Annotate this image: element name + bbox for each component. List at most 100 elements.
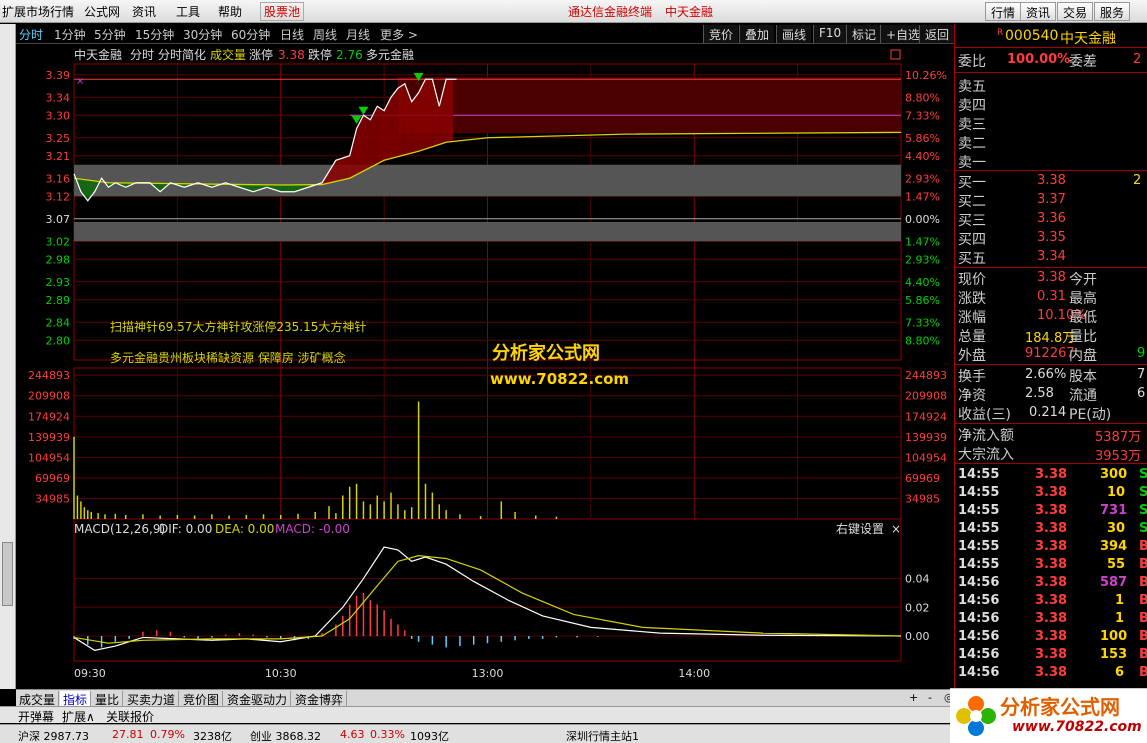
tab-30min[interactable]: 30分钟 bbox=[183, 26, 222, 43]
price-tick-label: 2.98 bbox=[46, 253, 71, 266]
pct-tick-label: 7.33% bbox=[905, 316, 940, 329]
ask-level-1[interactable]: 卖一 bbox=[955, 152, 1147, 171]
overlay-button[interactable]: 叠加 bbox=[739, 25, 775, 43]
zoom-in-icon[interactable]: + bbox=[909, 691, 918, 704]
stat2-label-2: 股本 bbox=[1069, 369, 1097, 385]
menu-item-stock-pool[interactable]: 股票池 bbox=[260, 2, 305, 21]
ask-level-2[interactable]: 卖二 bbox=[955, 133, 1147, 152]
stat2-value: 0.214 bbox=[1029, 405, 1067, 420]
annotation-line-2: 多元金融贵州板块稀缺资源 保障房 涉矿概念 bbox=[110, 350, 346, 365]
stat-value: 3.38 bbox=[1037, 270, 1066, 285]
limit-down-value: 2.76 bbox=[336, 48, 363, 62]
tick-row: 14:55 3.38 55 B bbox=[955, 556, 1147, 574]
footer-bar: 开弹幕 扩展∧ 关联报价 bbox=[0, 706, 950, 725]
stat-value-2: 9 bbox=[1137, 346, 1146, 361]
quote-button[interactable]: 行情 bbox=[985, 2, 1022, 21]
tick-flag: S bbox=[1139, 521, 1147, 536]
tick-volume: 1 bbox=[1115, 611, 1125, 626]
menu-item-tools[interactable]: 工具 bbox=[176, 3, 200, 20]
zoom-out-icon[interactable]: - bbox=[928, 691, 932, 704]
stat-row: 涨跌 0.31 最高 bbox=[955, 288, 1147, 307]
related-quote-button[interactable]: 关联报价 bbox=[106, 708, 154, 725]
barrage-toggle[interactable]: 开弹幕 bbox=[18, 708, 54, 725]
menu-item-help[interactable]: 帮助 bbox=[218, 3, 242, 20]
tab-5min[interactable]: 5分钟 bbox=[94, 26, 126, 43]
tab-15min[interactable]: 15分钟 bbox=[135, 26, 174, 43]
draw-line-button[interactable]: 画线 bbox=[776, 25, 812, 43]
tick-volume: 10 bbox=[1107, 485, 1126, 500]
bid-price: 3.36 bbox=[1037, 211, 1066, 226]
pct-tick-label: 2.93% bbox=[905, 253, 940, 266]
service-button[interactable]: 服务 bbox=[1094, 2, 1131, 21]
stat2-label: 换手 bbox=[958, 369, 986, 385]
tab-timeshare[interactable]: 分时 bbox=[19, 26, 43, 43]
price-tick-label: 3.34 bbox=[46, 91, 71, 104]
indicator-tabs: 成交量 指标 量比 买卖力道 竞价图 资金驱动力 资金博弈 + - ◎ bbox=[16, 689, 954, 708]
stat-label-2: 量比 bbox=[1069, 329, 1097, 345]
flow-row: 净流入额 5387万 bbox=[955, 425, 1147, 445]
ask-level-4[interactable]: 卖四 bbox=[955, 95, 1147, 114]
back-button[interactable]: 返回 bbox=[919, 25, 954, 43]
flow-value: 3953万 bbox=[1095, 449, 1142, 464]
tab-daily[interactable]: 日线 bbox=[280, 26, 304, 43]
ask-level-3[interactable]: 卖三 bbox=[955, 114, 1147, 133]
ask-level-5[interactable]: 卖五 bbox=[955, 76, 1147, 95]
watermark-site-name: 分析家公式网 bbox=[492, 342, 600, 364]
auction-button[interactable]: 竞价 bbox=[703, 25, 739, 43]
scrollbar-thumb[interactable] bbox=[2, 542, 13, 606]
limit-down-label: 跌停 bbox=[308, 47, 332, 62]
status-cyb-index: 创业 3868.32 bbox=[250, 730, 321, 743]
tick-row: 14:56 3.38 153 B bbox=[955, 646, 1147, 664]
macd-close-icon[interactable]: × bbox=[891, 522, 901, 536]
stat-label-2: 最低 bbox=[1069, 310, 1097, 326]
intraday-chart[interactable]: 3.39 3.34 3.30 3.25 3.21 3.16 3.12 3.07 3.02 2.98… bbox=[16, 44, 954, 689]
stat2-label: 收益(三) bbox=[958, 407, 1011, 423]
tab-60min[interactable]: 60分钟 bbox=[231, 26, 270, 43]
bid-level-5[interactable]: 买五 3.34 bbox=[955, 248, 1147, 267]
stat-label: 外盘 bbox=[958, 348, 986, 364]
stat2-value: 2.66% bbox=[1025, 367, 1067, 382]
f10-button[interactable]: F10 bbox=[813, 25, 847, 43]
tab-more[interactable]: 更多 > bbox=[380, 26, 418, 43]
quote-code: 000540 bbox=[1005, 28, 1059, 44]
tick-time: 14:55 bbox=[958, 485, 1000, 500]
ask-label: 卖二 bbox=[958, 136, 986, 152]
stat-row: 涨幅 10.10% 最低 bbox=[955, 307, 1147, 326]
tab-1min[interactable]: 1分钟 bbox=[54, 26, 86, 43]
tick-price: 3.38 bbox=[1035, 629, 1068, 644]
tick-flag: S bbox=[1139, 467, 1147, 482]
tick-volume: 1 bbox=[1115, 593, 1125, 608]
stat-value: 912267 bbox=[1025, 346, 1075, 361]
mark-button[interactable]: 标记 bbox=[846, 25, 882, 43]
bid-level-4[interactable]: 买四 3.35 bbox=[955, 229, 1147, 248]
logo-title: 分析家公式网 bbox=[1000, 695, 1120, 719]
bid-price: 3.35 bbox=[1037, 230, 1066, 245]
logo-url: www.70822.com bbox=[1012, 719, 1142, 735]
tab-monthly[interactable]: 月线 bbox=[346, 26, 370, 43]
volume-tick-label: 139939 bbox=[28, 431, 70, 444]
stat-label-2: 最高 bbox=[1069, 291, 1097, 307]
bid-level-1[interactable]: 买一 3.38 2 bbox=[955, 172, 1147, 191]
tab-weekly[interactable]: 周线 bbox=[313, 26, 337, 43]
bid-label: 买四 bbox=[958, 232, 986, 248]
news-button[interactable]: 资讯 bbox=[1020, 2, 1057, 21]
stat-row: 总量 184.8万 量比 bbox=[955, 326, 1147, 346]
bid-level-3[interactable]: 买三 3.36 bbox=[955, 210, 1147, 229]
tick-row: 14:55 3.38 10 S bbox=[955, 484, 1147, 502]
price-tick-label: 3.16 bbox=[46, 172, 71, 185]
menu-item-news[interactable]: 资讯 bbox=[132, 3, 156, 20]
trade-button[interactable]: 交易 bbox=[1057, 2, 1094, 21]
tick-price: 3.38 bbox=[1035, 557, 1068, 572]
menu-item-extended-market[interactable]: 扩展市场行情 bbox=[2, 3, 74, 20]
bid-level-2[interactable]: 买二 3.37 bbox=[955, 191, 1147, 210]
tick-time: 14:55 bbox=[958, 521, 1000, 536]
macd-settings[interactable]: 右键设置 bbox=[836, 521, 884, 536]
tick-volume: 731 bbox=[1100, 503, 1128, 518]
chart-area[interactable]: 3.39 3.34 3.30 3.25 3.21 3.16 3.12 3.07 3.02 2.98… bbox=[16, 44, 954, 689]
left-scroll-strip[interactable] bbox=[0, 24, 16, 689]
stat2-label-2: PE(动) bbox=[1069, 407, 1112, 423]
extend-toggle[interactable]: 扩展∧ bbox=[62, 708, 95, 725]
menu-item-formula[interactable]: 公式网 bbox=[84, 3, 120, 20]
tick-time: 14:55 bbox=[958, 503, 1000, 518]
chart-maximize-icon[interactable] bbox=[890, 49, 901, 60]
